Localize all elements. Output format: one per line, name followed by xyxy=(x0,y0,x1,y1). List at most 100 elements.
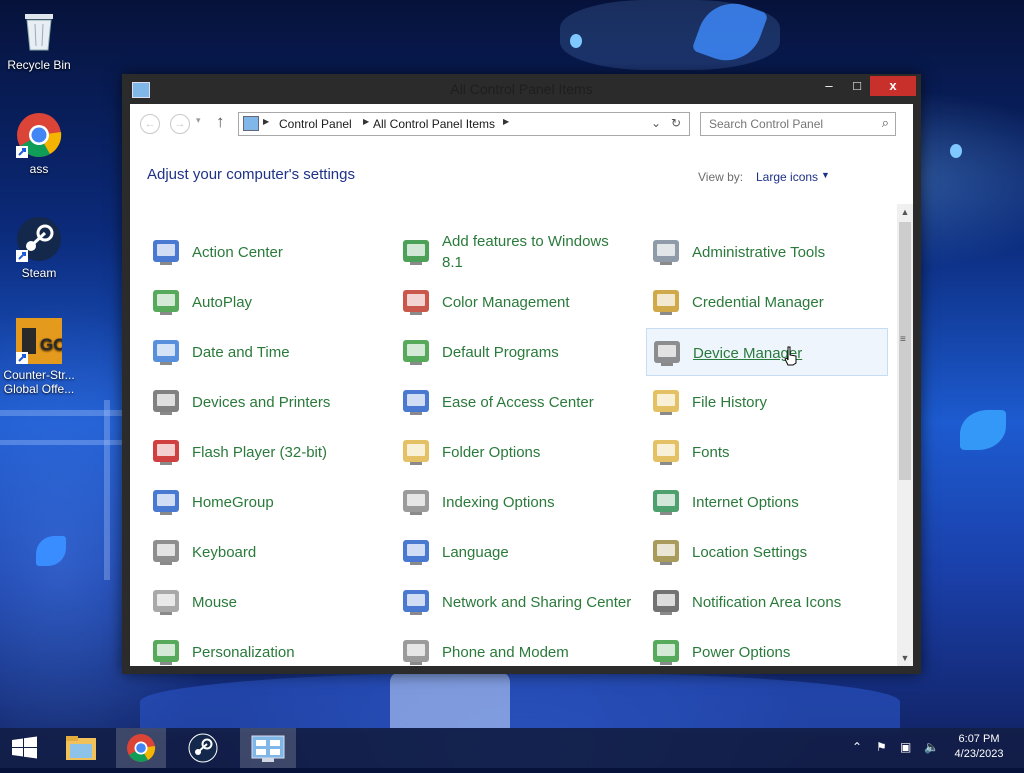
item-label: Default Programs xyxy=(442,343,559,361)
add-features-icon xyxy=(400,236,432,268)
item-flash-player[interactable]: Flash Player (32-bit) xyxy=(146,428,388,476)
item-label: HomeGroup xyxy=(192,493,274,511)
item-power-options[interactable]: Power Options xyxy=(646,628,888,666)
item-mouse[interactable]: Mouse xyxy=(146,578,388,626)
taskbar-clock[interactable]: 6:07 PM 4/23/2023 xyxy=(950,732,1008,762)
scroll-down-icon[interactable]: ▼ xyxy=(897,650,913,666)
refresh-icon[interactable]: ↻ xyxy=(671,116,681,130)
taskbar-file-explorer[interactable] xyxy=(56,728,106,768)
volume-muted-icon[interactable]: 🔈 xyxy=(924,740,939,754)
forward-button[interactable]: → xyxy=(170,114,190,134)
breadcrumb-all-items[interactable]: All Control Panel Items xyxy=(373,117,495,131)
recent-locations-icon[interactable]: ▾ xyxy=(196,115,201,126)
homegroup-icon xyxy=(150,486,182,518)
item-label: AutoPlay xyxy=(192,293,253,311)
item-location-settings[interactable]: Location Settings xyxy=(646,528,888,576)
vertical-scrollbar[interactable]: ▲ ≡ ▼ xyxy=(897,204,913,666)
item-fonts[interactable]: Fonts xyxy=(646,428,888,476)
title-bar[interactable]: All Control Panel Items – □ x xyxy=(122,74,921,104)
item-label: Date and Time xyxy=(192,343,290,361)
item-administrative-tools[interactable]: Administrative Tools xyxy=(646,228,888,276)
desktop-icon-ass[interactable]: ass xyxy=(1,112,77,176)
address-dropdown-icon[interactable]: ⌄ xyxy=(651,116,661,130)
back-button[interactable]: ← xyxy=(140,114,160,134)
taskbar-control-panel[interactable] xyxy=(240,728,296,768)
item-phone-and-modem[interactable]: Phone and Modem xyxy=(396,628,638,666)
navigation-bar: ← → ▾ ↑ ▶ Control Panel ▶ All Control Pa… xyxy=(130,104,913,142)
chevron-down-icon[interactable]: ▼ xyxy=(821,170,830,180)
item-default-programs[interactable]: Default Programs xyxy=(396,328,638,376)
breadcrumb-separator-icon[interactable]: ▶ xyxy=(363,117,369,126)
item-label: Fonts xyxy=(692,443,730,461)
desktop-icon-label: Recycle Bin xyxy=(7,58,71,72)
taskbar-steam[interactable] xyxy=(178,728,228,768)
item-label: Ease of Access Center xyxy=(442,393,594,411)
item-folder-options[interactable]: Folder Options xyxy=(396,428,638,476)
credential-icon xyxy=(650,286,682,318)
item-language[interactable]: Language xyxy=(396,528,638,576)
minimize-button[interactable]: – xyxy=(816,76,842,96)
scrollbar-thumb[interactable] xyxy=(899,222,911,480)
search-icon[interactable]: ⌕ xyxy=(882,115,889,131)
item-label: Folder Options xyxy=(442,443,541,461)
phone-icon xyxy=(400,636,432,666)
item-device-manager[interactable]: Device Manager xyxy=(646,328,888,376)
fonts-icon xyxy=(650,436,682,468)
show-hidden-icons-icon[interactable]: ⌃ xyxy=(852,740,862,754)
search-input[interactable] xyxy=(707,116,871,132)
item-devices-and-printers[interactable]: Devices and Printers xyxy=(146,378,388,426)
folder-options-icon xyxy=(400,436,432,468)
item-date-and-time[interactable]: Date and Time xyxy=(146,328,388,376)
breadcrumb-control-panel[interactable]: Control Panel xyxy=(279,117,352,131)
item-autoplay[interactable]: AutoPlay xyxy=(146,278,388,326)
view-by-dropdown[interactable]: Large icons xyxy=(756,170,818,184)
device-manager-icon xyxy=(651,337,683,369)
up-button[interactable]: ↑ xyxy=(216,112,225,132)
item-add-features[interactable]: Add features to Windows 8.1 xyxy=(396,228,638,276)
scroll-up-icon[interactable]: ▲ xyxy=(897,204,913,220)
item-notification-area-icons[interactable]: Notification Area Icons xyxy=(646,578,888,626)
breadcrumb-separator-icon[interactable]: ▶ xyxy=(263,117,269,126)
item-ease-of-access[interactable]: Ease of Access Center xyxy=(396,378,638,426)
language-icon xyxy=(400,536,432,568)
clock-date: 4/23/2023 xyxy=(954,748,1004,760)
item-network-and-sharing[interactable]: Network and Sharing Center xyxy=(396,578,638,626)
item-keyboard[interactable]: Keyboard xyxy=(146,528,388,576)
close-button[interactable]: x xyxy=(870,76,916,96)
indexing-icon xyxy=(400,486,432,518)
breadcrumb-separator-icon[interactable]: ▶ xyxy=(503,117,509,126)
maximize-button[interactable]: □ xyxy=(844,76,870,96)
window-title: All Control Panel Items xyxy=(450,81,593,97)
folder-icon xyxy=(66,736,96,760)
control-panel-icon xyxy=(243,116,259,131)
desktop-icon-csgo[interactable]: GO Counter-Str... Global Offe... xyxy=(1,318,77,396)
item-credential-manager[interactable]: Credential Manager xyxy=(646,278,888,326)
chrome-icon xyxy=(127,734,156,762)
taskbar-chrome[interactable] xyxy=(116,728,166,768)
control-panel-icon xyxy=(251,735,285,762)
steam-icon xyxy=(16,216,62,262)
search-box[interactable]: ⌕ xyxy=(700,112,896,136)
item-color-management[interactable]: Color Management xyxy=(396,278,638,326)
windows-logo-icon xyxy=(12,736,37,759)
control-panel-items: Action Center Add features to Windows 8.… xyxy=(130,204,896,666)
desktop-icon-recycle-bin[interactable]: Recycle Bin xyxy=(1,8,77,72)
item-internet-options[interactable]: Internet Options xyxy=(646,478,888,526)
address-bar[interactable]: ▶ Control Panel ▶ All Control Panel Item… xyxy=(238,112,690,136)
item-label: Flash Player (32-bit) xyxy=(192,443,328,461)
item-label: Color Management xyxy=(442,293,570,311)
item-indexing-options[interactable]: Indexing Options xyxy=(396,478,638,526)
item-homegroup[interactable]: HomeGroup xyxy=(146,478,388,526)
item-label: Personalization xyxy=(192,643,295,661)
item-file-history[interactable]: File History xyxy=(646,378,888,426)
flag-icon xyxy=(150,236,182,268)
item-personalization[interactable]: Personalization xyxy=(146,628,388,666)
window-content: ← → ▾ ↑ ▶ Control Panel ▶ All Control Pa… xyxy=(130,104,913,666)
keyboard-icon xyxy=(150,536,182,568)
desktop-icon-steam[interactable]: Steam xyxy=(1,216,77,280)
network-icon[interactable]: ▣ xyxy=(900,740,911,754)
start-button[interactable] xyxy=(0,728,50,768)
item-action-center[interactable]: Action Center xyxy=(146,228,388,276)
item-label: Keyboard xyxy=(192,543,257,561)
action-center-flag-icon[interactable]: ⚑ xyxy=(876,740,887,754)
